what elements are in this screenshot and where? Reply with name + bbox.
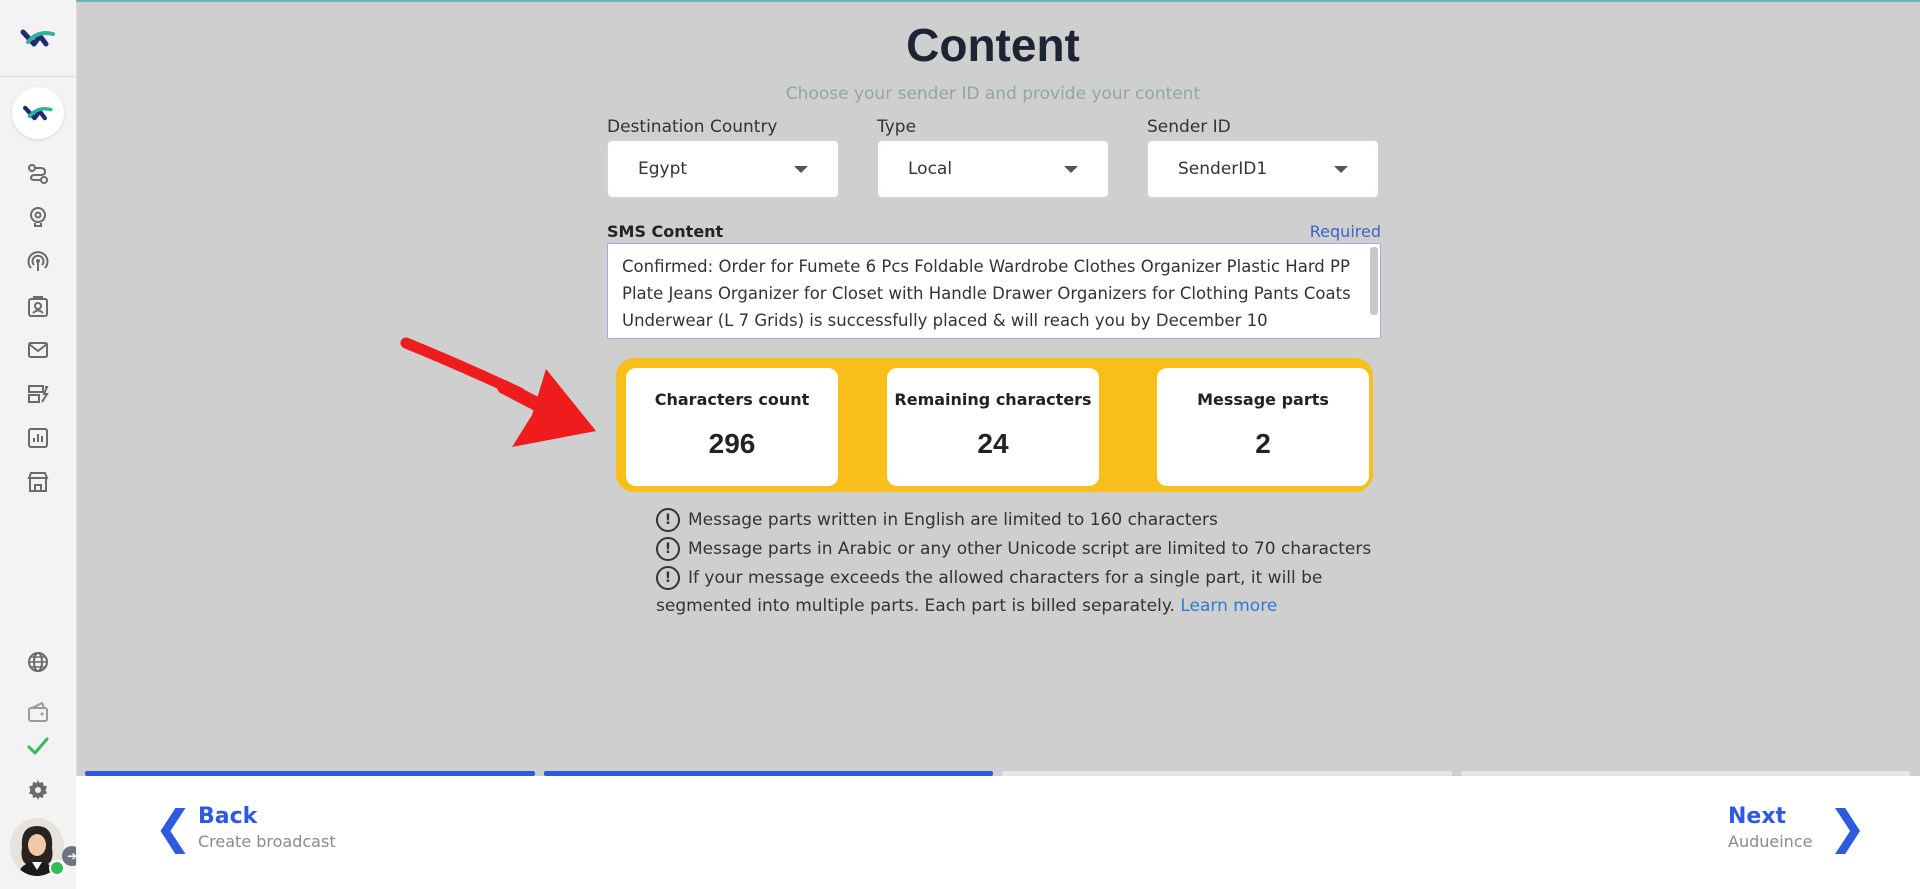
check-icon[interactable]: [26, 734, 50, 758]
sender-id-label: Sender ID: [1147, 117, 1231, 137]
red-arrow-annotation: [400, 337, 596, 447]
sidebar: [0, 0, 77, 889]
online-status-dot: [49, 860, 65, 876]
info-line-segmented: ! If your message exceeds the allowed cha…: [656, 566, 1322, 590]
bulb-gear-icon[interactable]: [26, 205, 50, 229]
characters-count-label: Characters count: [654, 390, 810, 409]
exclamation-icon: !: [656, 508, 680, 532]
templates-icon[interactable]: [26, 382, 50, 406]
contacts-icon[interactable]: [26, 295, 50, 319]
brand-icon[interactable]: [12, 87, 64, 139]
wallet-icon[interactable]: [26, 700, 50, 724]
sms-scrollbar[interactable]: [1370, 247, 1378, 315]
info-line-billing: segmented into multiple parts. Each part…: [656, 596, 1277, 616]
next-button[interactable]: Next: [1728, 804, 1786, 829]
chevron-down-icon: [794, 166, 808, 173]
type-value: Local: [908, 159, 953, 179]
page-title: Content: [906, 19, 1080, 71]
info-line-english: ! Message parts written in English are li…: [656, 508, 1218, 532]
destination-country-select[interactable]: Egypt: [607, 140, 839, 198]
remaining-characters-value: 24: [977, 428, 1009, 459]
info-text-unicode: Message parts in Arabic or any other Uni…: [688, 539, 1372, 559]
logo-icon[interactable]: [20, 24, 56, 52]
back-button[interactable]: Back: [198, 804, 257, 829]
route-icon[interactable]: [26, 162, 50, 186]
sender-id-value: SenderID1: [1178, 159, 1268, 179]
remaining-characters-card: Remaining characters 24: [887, 368, 1099, 486]
message-parts-card: Message parts 2: [1157, 368, 1369, 486]
destination-country-value: Egypt: [638, 159, 688, 179]
exclamation-icon: !: [656, 566, 680, 590]
sms-content-label: SMS Content: [607, 222, 724, 241]
message-parts-value: 2: [1255, 428, 1271, 459]
type-select[interactable]: Local: [877, 140, 1109, 198]
broadcast-icon[interactable]: [26, 250, 50, 274]
type-label: Type: [877, 117, 917, 137]
info-text-billing: segmented into multiple parts. Each part…: [656, 596, 1175, 616]
sender-id-select[interactable]: SenderID1: [1147, 140, 1379, 198]
mail-icon[interactable]: [26, 338, 50, 362]
store-icon[interactable]: [26, 470, 50, 494]
page-subtitle: Choose your sender ID and provide your c…: [785, 84, 1201, 104]
back-subtitle: Create broadcast: [198, 832, 336, 851]
chevron-down-icon: [1064, 166, 1078, 173]
learn-more-link[interactable]: Learn more: [1180, 596, 1277, 616]
next-subtitle: Audueince: [1728, 832, 1813, 851]
message-parts-label: Message parts: [1197, 390, 1329, 409]
characters-count-card: Characters count 296: [626, 368, 838, 486]
chevron-down-icon: [1334, 166, 1348, 173]
characters-count-value: 296: [708, 428, 756, 459]
sms-content-text: Confirmed: Order for Fumete 6 Pcs Foldab…: [622, 257, 1351, 330]
destination-country-label: Destination Country: [607, 117, 778, 137]
gear-icon[interactable]: [26, 778, 50, 802]
globe-icon[interactable]: [26, 650, 50, 674]
required-label: Required: [1309, 222, 1381, 241]
analytics-icon[interactable]: [26, 426, 50, 450]
sidebar-divider: [0, 76, 76, 77]
info-text-segmented: If your message exceeds the allowed char…: [688, 568, 1323, 588]
sms-content-textarea[interactable]: Confirmed: Order for Fumete 6 Pcs Foldab…: [607, 243, 1381, 339]
chevron-right-icon[interactable]: ❯: [1828, 800, 1867, 854]
top-accent-line: [76, 0, 1920, 2]
chevron-left-icon[interactable]: ❮: [154, 800, 193, 854]
footer-nav: ❮ Back Create broadcast Next Audueince ❯: [76, 776, 1920, 889]
exclamation-icon: !: [656, 537, 680, 561]
remaining-characters-label: Remaining characters: [894, 390, 1092, 409]
info-line-unicode: ! Message parts in Arabic or any other Un…: [656, 537, 1371, 561]
info-text-english: Message parts written in English are lim…: [688, 510, 1218, 530]
